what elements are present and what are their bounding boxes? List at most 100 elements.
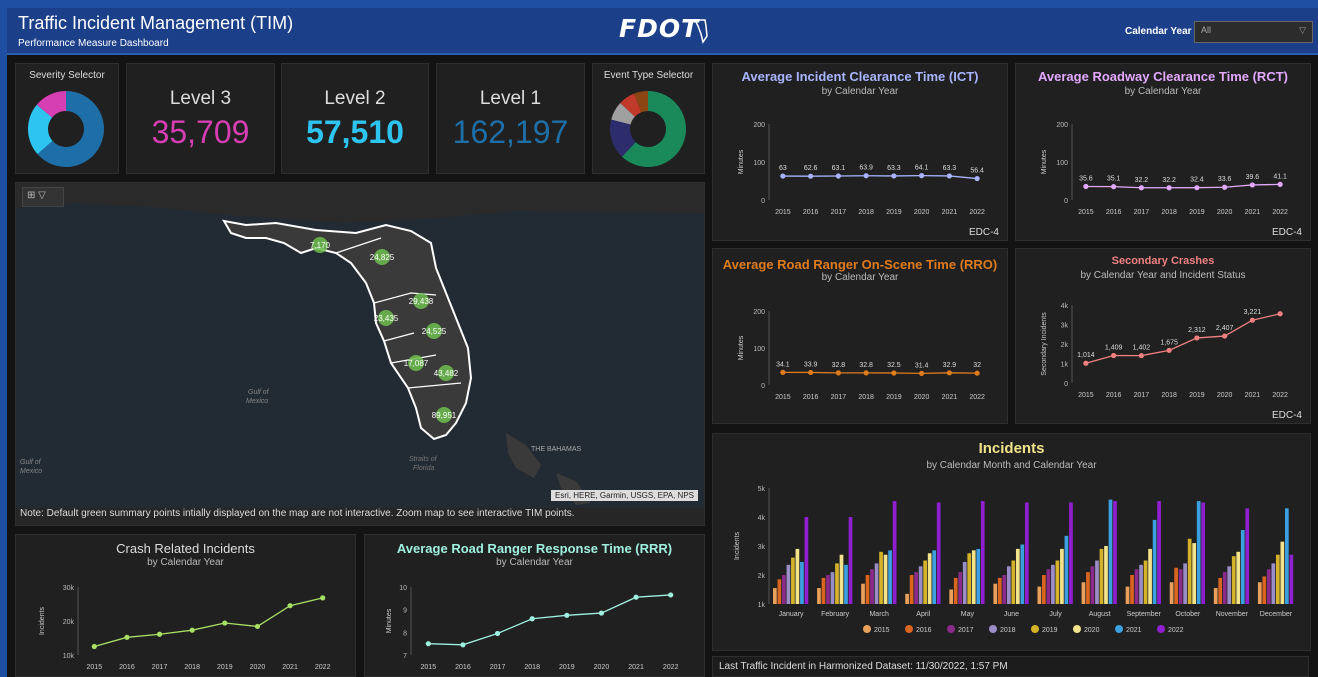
bar[interactable] <box>1139 564 1143 604</box>
bar[interactable] <box>1037 586 1042 604</box>
bar[interactable] <box>1280 541 1285 604</box>
bar[interactable] <box>892 501 897 604</box>
data-point[interactable] <box>1222 184 1228 190</box>
ict-chart[interactable]: 0 100 200 Minutes 63 2015 62.6 2016 63.1 2017 63.9… <box>713 98 1007 228</box>
data-point[interactable] <box>946 370 952 376</box>
data-point[interactable] <box>189 627 195 633</box>
data-point[interactable] <box>891 173 897 179</box>
bar[interactable] <box>1169 582 1174 604</box>
data-point[interactable] <box>1138 353 1144 359</box>
severity-donut-chart[interactable] <box>16 81 118 171</box>
legend-swatch[interactable] <box>947 625 955 633</box>
bar[interactable] <box>1187 538 1192 604</box>
bar[interactable] <box>1125 586 1130 604</box>
data-point[interactable] <box>891 370 897 376</box>
bar[interactable] <box>976 548 981 604</box>
bar[interactable] <box>830 572 835 604</box>
bar[interactable] <box>1183 563 1187 604</box>
florida-map[interactable]: Gulf of Mexico Gulf of Mexico THE BAHAMA… <box>16 183 704 525</box>
bar[interactable] <box>1213 588 1218 604</box>
bar[interactable] <box>1192 543 1197 604</box>
bar[interactable] <box>1108 499 1113 604</box>
data-point[interactable] <box>222 620 228 626</box>
bar[interactable] <box>1086 572 1090 604</box>
bar[interactable] <box>1006 566 1011 604</box>
bar[interactable] <box>1218 577 1223 604</box>
data-point[interactable] <box>564 612 570 618</box>
bar[interactable] <box>861 583 865 604</box>
bar[interactable] <box>1064 535 1069 604</box>
rrr-chart[interactable]: 7 8 9 10 Minutes 2015 2016 2017 2018 2019 2020 2021… <box>365 571 704 677</box>
bar[interactable] <box>1236 551 1241 604</box>
bar[interactable] <box>971 550 976 604</box>
bar[interactable] <box>1069 502 1073 605</box>
data-point[interactable] <box>1277 181 1283 187</box>
bar[interactable] <box>777 579 782 604</box>
bar[interactable] <box>800 561 804 604</box>
bar[interactable] <box>1174 567 1178 604</box>
legend-swatch[interactable] <box>1157 625 1165 633</box>
bar[interactable] <box>791 557 795 604</box>
bar[interactable] <box>1227 566 1232 604</box>
bar[interactable] <box>844 564 848 604</box>
legend-swatch[interactable] <box>863 625 871 633</box>
data-point[interactable] <box>1111 184 1117 190</box>
incidents-bar-chart[interactable]: 1k 2k 3k 4k 5k Incidents January February March A… <box>713 474 1310 649</box>
bar[interactable] <box>1055 560 1060 605</box>
data-point[interactable] <box>974 175 980 182</box>
bar[interactable] <box>821 577 826 604</box>
data-point[interactable] <box>91 643 97 650</box>
bar[interactable] <box>1134 569 1139 604</box>
bar[interactable] <box>835 563 839 604</box>
bar[interactable] <box>1275 554 1280 604</box>
secondary-crashes-chart[interactable]: 0 1k 2k 3k 4k Secondary Incidents 1,014 2015 1,4… <box>1016 285 1310 405</box>
data-point[interactable] <box>780 369 786 375</box>
bar[interactable] <box>1113 501 1117 604</box>
bar[interactable] <box>848 517 853 604</box>
data-point[interactable] <box>320 595 326 601</box>
data-point[interactable] <box>425 641 431 647</box>
bar[interactable] <box>879 551 883 604</box>
data-point[interactable] <box>1194 185 1200 191</box>
calendar-year-select[interactable]: All ▽ <box>1194 21 1313 43</box>
data-point[interactable] <box>287 603 293 609</box>
data-point[interactable] <box>1111 352 1117 359</box>
bar[interactable] <box>1157 501 1161 604</box>
data-point[interactable] <box>808 173 814 179</box>
map-panel[interactable]: Gulf of Mexico Gulf of Mexico THE BAHAMA… <box>15 182 705 526</box>
bar[interactable] <box>795 548 800 604</box>
legend-swatch[interactable] <box>905 625 913 633</box>
bar[interactable] <box>1024 502 1029 605</box>
bar[interactable] <box>918 566 923 604</box>
bar[interactable] <box>932 550 937 604</box>
data-point[interactable] <box>835 173 841 179</box>
data-point[interactable] <box>919 370 925 376</box>
bar[interactable] <box>993 583 998 604</box>
data-point[interactable] <box>1138 185 1144 191</box>
data-point[interactable] <box>460 642 466 648</box>
bar[interactable] <box>874 563 879 604</box>
bar[interactable] <box>1143 560 1148 605</box>
crash-related-chart[interactable]: 10k 20k 30k Incidents 2015 2016 2017 2018 2019 20… <box>16 571 355 677</box>
bar[interactable] <box>786 564 791 604</box>
legend-swatch[interactable] <box>1073 625 1081 633</box>
bar[interactable] <box>1046 569 1051 604</box>
data-point[interactable] <box>1166 185 1172 191</box>
bar[interactable] <box>1245 508 1250 604</box>
bar[interactable] <box>1196 501 1201 604</box>
legend-swatch[interactable] <box>1031 625 1039 633</box>
legend-swatch[interactable] <box>1115 625 1123 633</box>
legend-swatch[interactable] <box>989 625 997 633</box>
data-point[interactable] <box>156 631 163 637</box>
bar[interactable] <box>1148 548 1152 604</box>
data-point[interactable] <box>633 594 639 600</box>
bar[interactable] <box>1051 564 1055 604</box>
bar[interactable] <box>782 575 786 604</box>
bar[interactable] <box>1257 582 1262 604</box>
data-point[interactable] <box>1249 317 1255 323</box>
event-type-donut-chart[interactable] <box>593 81 704 173</box>
bar[interactable] <box>1020 544 1025 604</box>
bar[interactable] <box>817 588 821 604</box>
map-tools-button[interactable]: ⊞ ▽ <box>22 187 64 207</box>
data-point[interactable] <box>835 370 841 376</box>
